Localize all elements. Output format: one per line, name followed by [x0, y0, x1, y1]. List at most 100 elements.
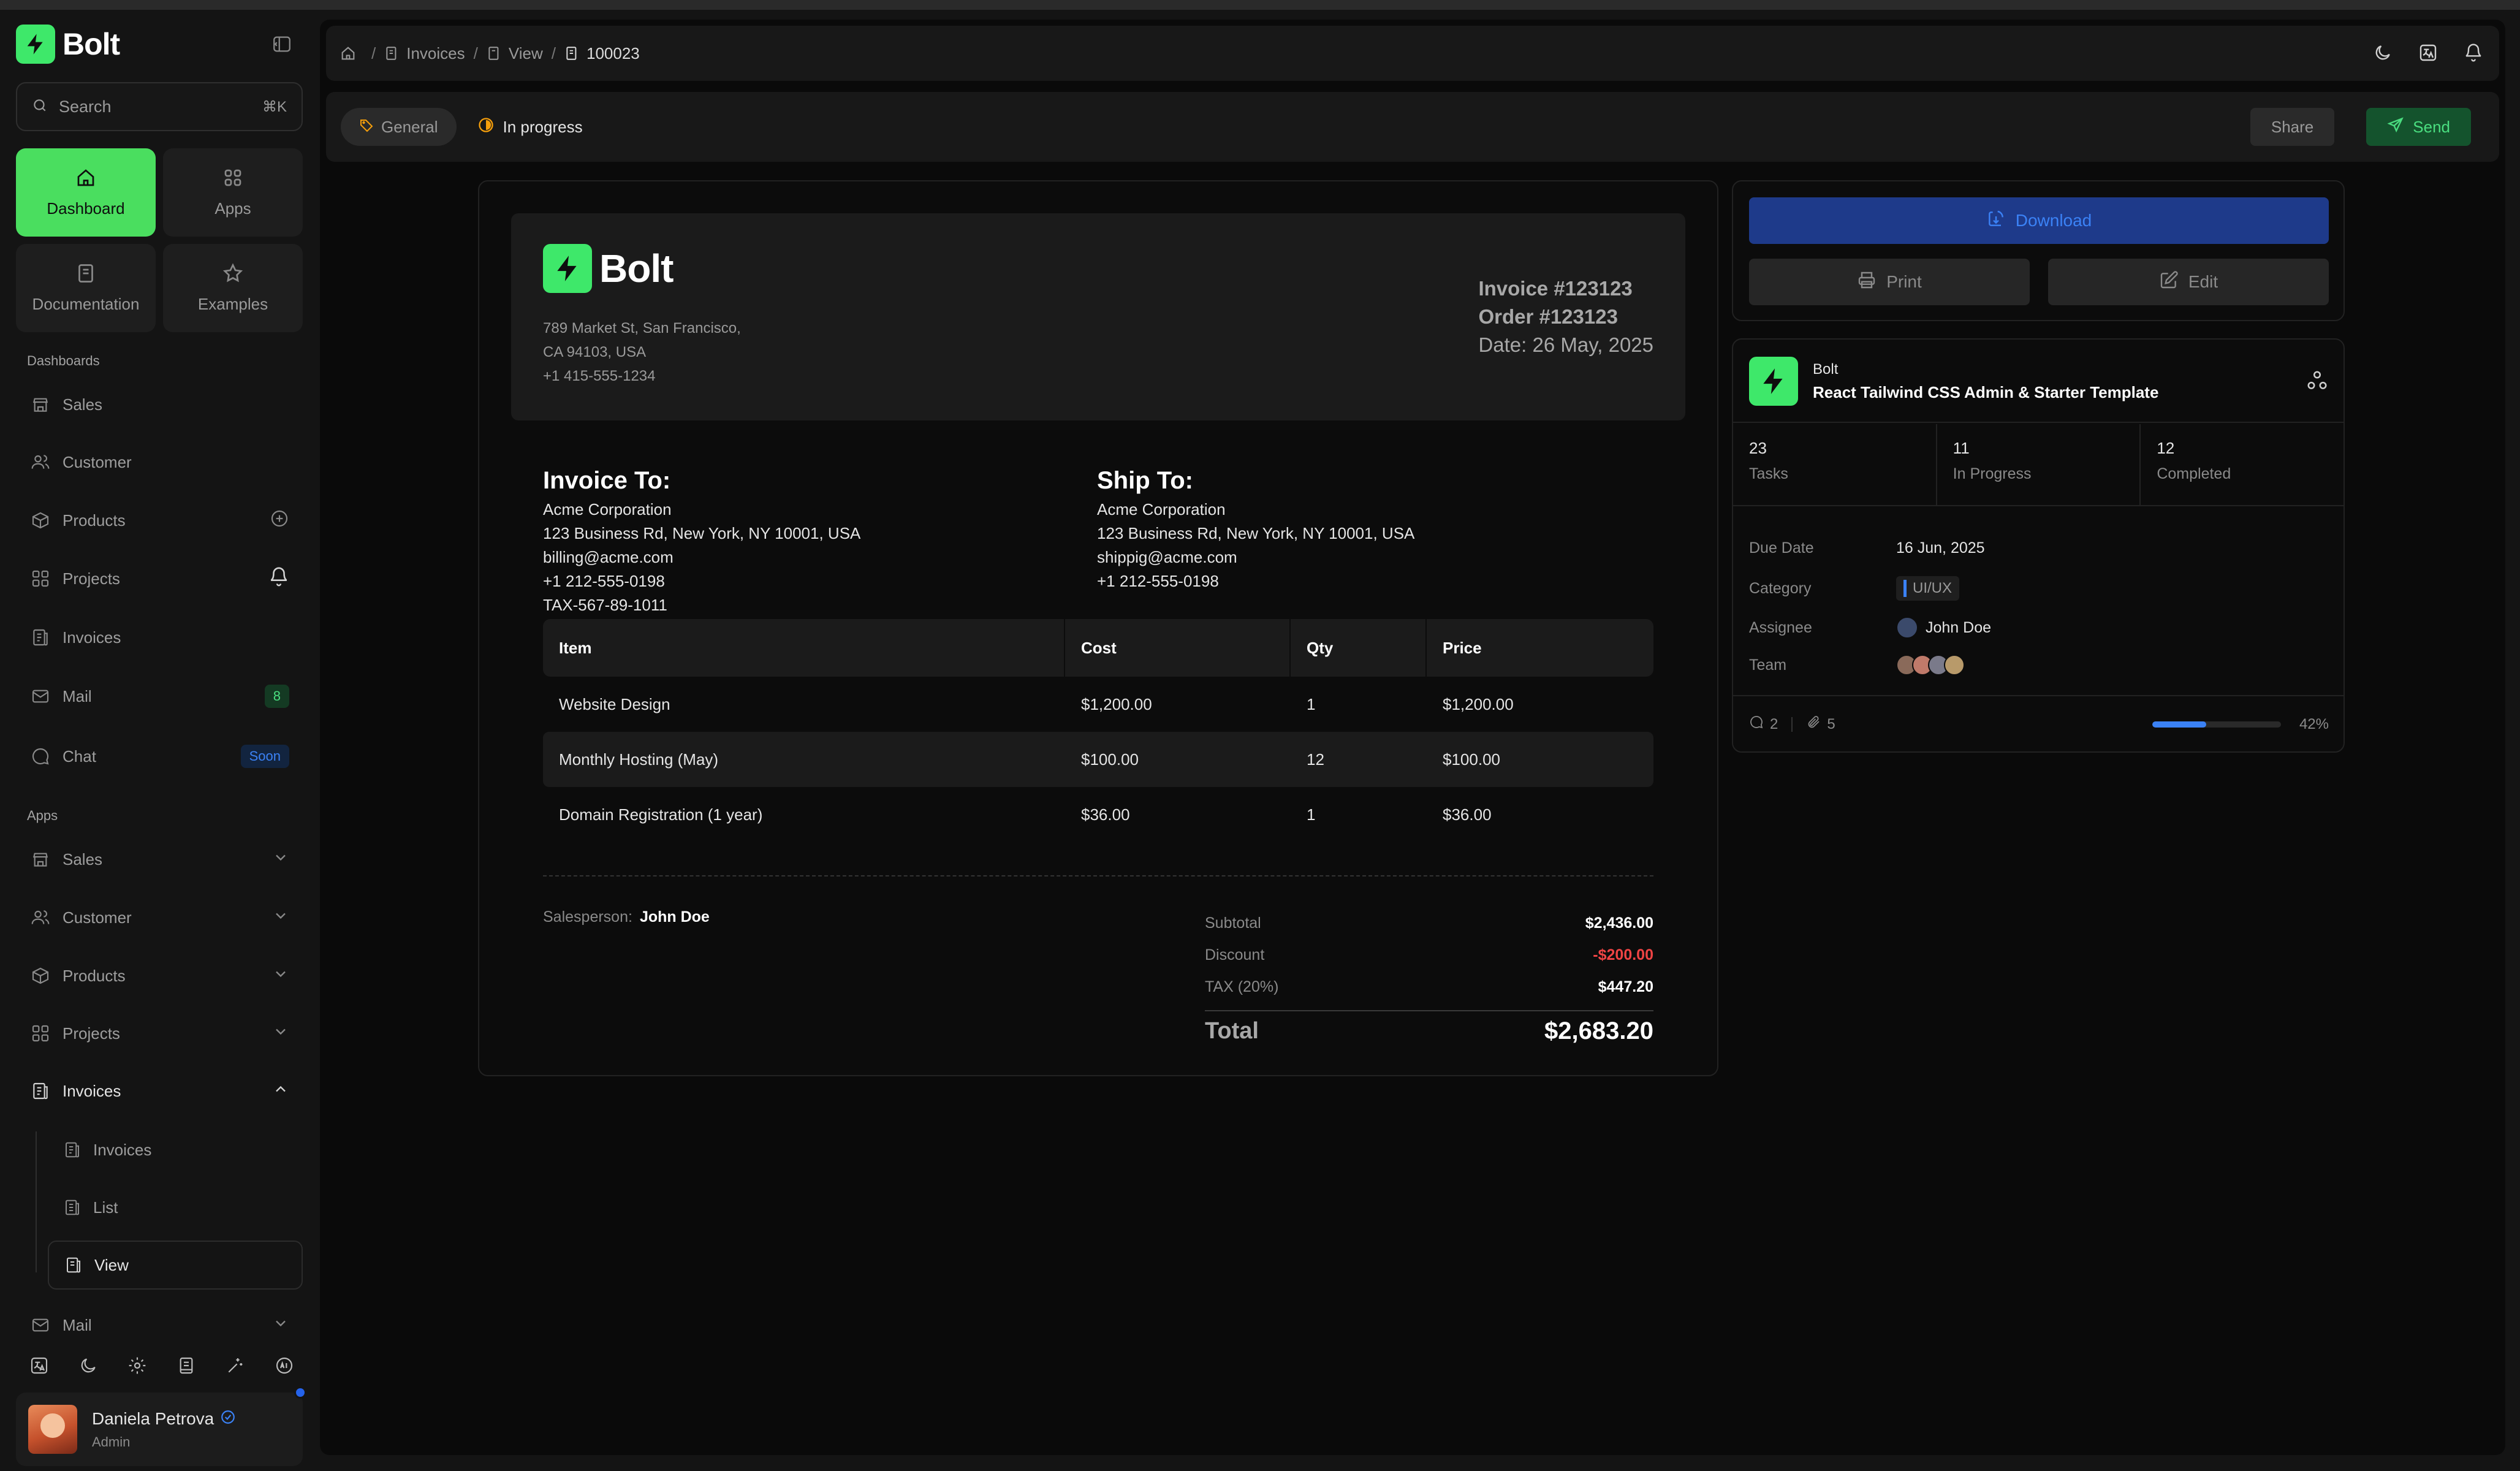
sparkle-icon[interactable] [223, 1353, 248, 1378]
paperclip-icon [1806, 715, 1821, 734]
chevron-down-icon [272, 907, 289, 929]
bill-to-line: 123 Business Rd, New York, NY 10001, USA [543, 524, 861, 542]
breadcrumb-view[interactable]: View [509, 44, 543, 63]
sidebar-app-customer[interactable]: Customer [16, 893, 303, 942]
sidebar-item-label: Projects [63, 1024, 120, 1043]
submenu-item-view[interactable]: View [48, 1241, 303, 1290]
sidebar-toggle-icon[interactable] [270, 32, 294, 56]
tile-documentation[interactable]: Documentation [16, 244, 156, 332]
ai-icon[interactable] [272, 1353, 297, 1378]
translate-icon[interactable] [2416, 40, 2440, 65]
submenu-item-list[interactable]: List [48, 1183, 303, 1232]
sidebar-item-chat[interactable]: Chat Soon [16, 732, 303, 781]
avatar [1896, 617, 1918, 639]
edit-button[interactable]: Edit [2048, 259, 2329, 305]
home-icon[interactable] [340, 45, 357, 62]
comment-icon [1749, 715, 1764, 734]
sidebar-item-customer[interactable]: Customer [16, 438, 303, 487]
tile-label: Examples [197, 295, 268, 313]
online-status-dot [294, 1386, 306, 1399]
share-button[interactable]: Share [2250, 108, 2335, 146]
salesperson-name: John Doe [639, 908, 710, 926]
tax-row: TAX (20%) $447.20 [1205, 971, 1653, 1003]
sidebar-app-mail[interactable]: Mail [16, 1301, 303, 1350]
brand[interactable]: Bolt [16, 15, 299, 74]
invoice-date: Date: 26 May, 2025 [1478, 333, 1653, 356]
status-badge: In progress [477, 116, 583, 138]
bolt-logo-icon [16, 25, 55, 64]
sidebar-app-projects[interactable]: Projects [16, 1009, 303, 1058]
tag-label: General [381, 117, 438, 136]
gear-icon[interactable] [125, 1353, 150, 1378]
tile-examples[interactable]: Examples [163, 244, 303, 332]
team-row: Team [1749, 655, 1965, 675]
tile-label: Documentation [32, 295, 140, 313]
sidebar-item-label: Projects [63, 569, 120, 588]
chevron-down-icon [272, 1023, 289, 1044]
sidebar-app-invoices[interactable]: Invoices [16, 1066, 303, 1116]
invoice-icon [384, 45, 400, 61]
tag-general[interactable]: General [341, 108, 457, 146]
tile-apps[interactable]: Apps [163, 148, 303, 237]
divider [543, 875, 1653, 876]
stat-label: Completed [2157, 465, 2231, 482]
stat-value: 23 [1749, 439, 1767, 457]
progress-label: 42% [2299, 715, 2329, 732]
sidebar-item-label: Invoices [63, 628, 121, 647]
address-line: 789 Market St, San Francisco, [543, 320, 741, 336]
ship-to: Ship To: Acme Corporation 123 Business R… [1097, 465, 1414, 593]
avatar [1944, 655, 1965, 675]
avatar [28, 1405, 77, 1454]
share-nodes-icon[interactable] [2306, 369, 2329, 395]
sidebar-item-label: Sales [63, 850, 103, 869]
sidebar-item-invoices[interactable]: Invoices [16, 613, 303, 662]
invoice-icon [564, 45, 580, 61]
actions-card: Download Print Edit [1732, 180, 2345, 321]
view-doc-icon [63, 1254, 85, 1276]
sidebar-app-products[interactable]: Products [16, 951, 303, 1000]
invoice-header: Bolt 789 Market St, San Francisco, CA 94… [511, 213, 1685, 420]
sidebar-item-label: Customer [63, 452, 132, 471]
apps-heading: Apps [27, 808, 58, 823]
tile-label: Apps [214, 199, 251, 218]
breadcrumb-invoices[interactable]: Invoices [406, 44, 465, 63]
tax-label: TAX (20%) [1205, 978, 1279, 995]
moon-icon[interactable] [2370, 40, 2395, 65]
docs-icon[interactable] [174, 1353, 199, 1378]
submenu-label: View [94, 1255, 129, 1274]
comments-count[interactable]: 2 [1749, 715, 1778, 734]
progress-bar [2152, 721, 2281, 728]
chevron-down-icon [272, 849, 289, 870]
box-icon [29, 509, 51, 531]
mail-icon [29, 1314, 51, 1336]
total-label: Total [1205, 1018, 1259, 1044]
print-button[interactable]: Print [1749, 259, 2030, 305]
add-circle-icon[interactable] [270, 509, 289, 533]
tile-dashboard[interactable]: Dashboard [16, 148, 156, 237]
submenu-item-invoices[interactable]: Invoices [48, 1125, 303, 1174]
sidebar-item-mail[interactable]: Mail 8 [16, 672, 303, 721]
translate-icon[interactable] [27, 1353, 51, 1378]
category-label: Category [1749, 579, 1812, 597]
sidebar-item-sales[interactable]: Sales [16, 380, 303, 429]
progress-fill [2152, 721, 2207, 728]
download-button[interactable]: Download [1749, 197, 2329, 244]
col-item: Item [543, 619, 1065, 677]
search-input[interactable]: Search ⌘K [16, 82, 303, 131]
user-profile-card[interactable]: Daniela Petrova Admin [16, 1386, 306, 1466]
search-placeholder: Search [59, 97, 112, 116]
breadcrumb-current: 100023 [586, 44, 640, 63]
bell-icon[interactable] [2461, 40, 2486, 65]
refresh-bell-icon[interactable] [268, 566, 289, 591]
user-name: Daniela Petrova [92, 1409, 214, 1428]
subtotal-label: Subtotal [1205, 914, 1261, 932]
send-button[interactable]: Send [2366, 108, 2471, 146]
moon-icon[interactable] [76, 1353, 101, 1378]
sidebar-app-sales[interactable]: Sales [16, 835, 303, 884]
table-header: Item Cost Qty Price [543, 619, 1653, 677]
company-address: 789 Market St, San Francisco, CA 94103, … [543, 316, 741, 388]
assignee-label: Assignee [1749, 618, 1812, 636]
attachments-count[interactable]: 5 [1806, 715, 1835, 734]
sidebar-item-products[interactable]: Products [16, 496, 303, 545]
sidebar-item-projects[interactable]: Projects [16, 554, 303, 603]
